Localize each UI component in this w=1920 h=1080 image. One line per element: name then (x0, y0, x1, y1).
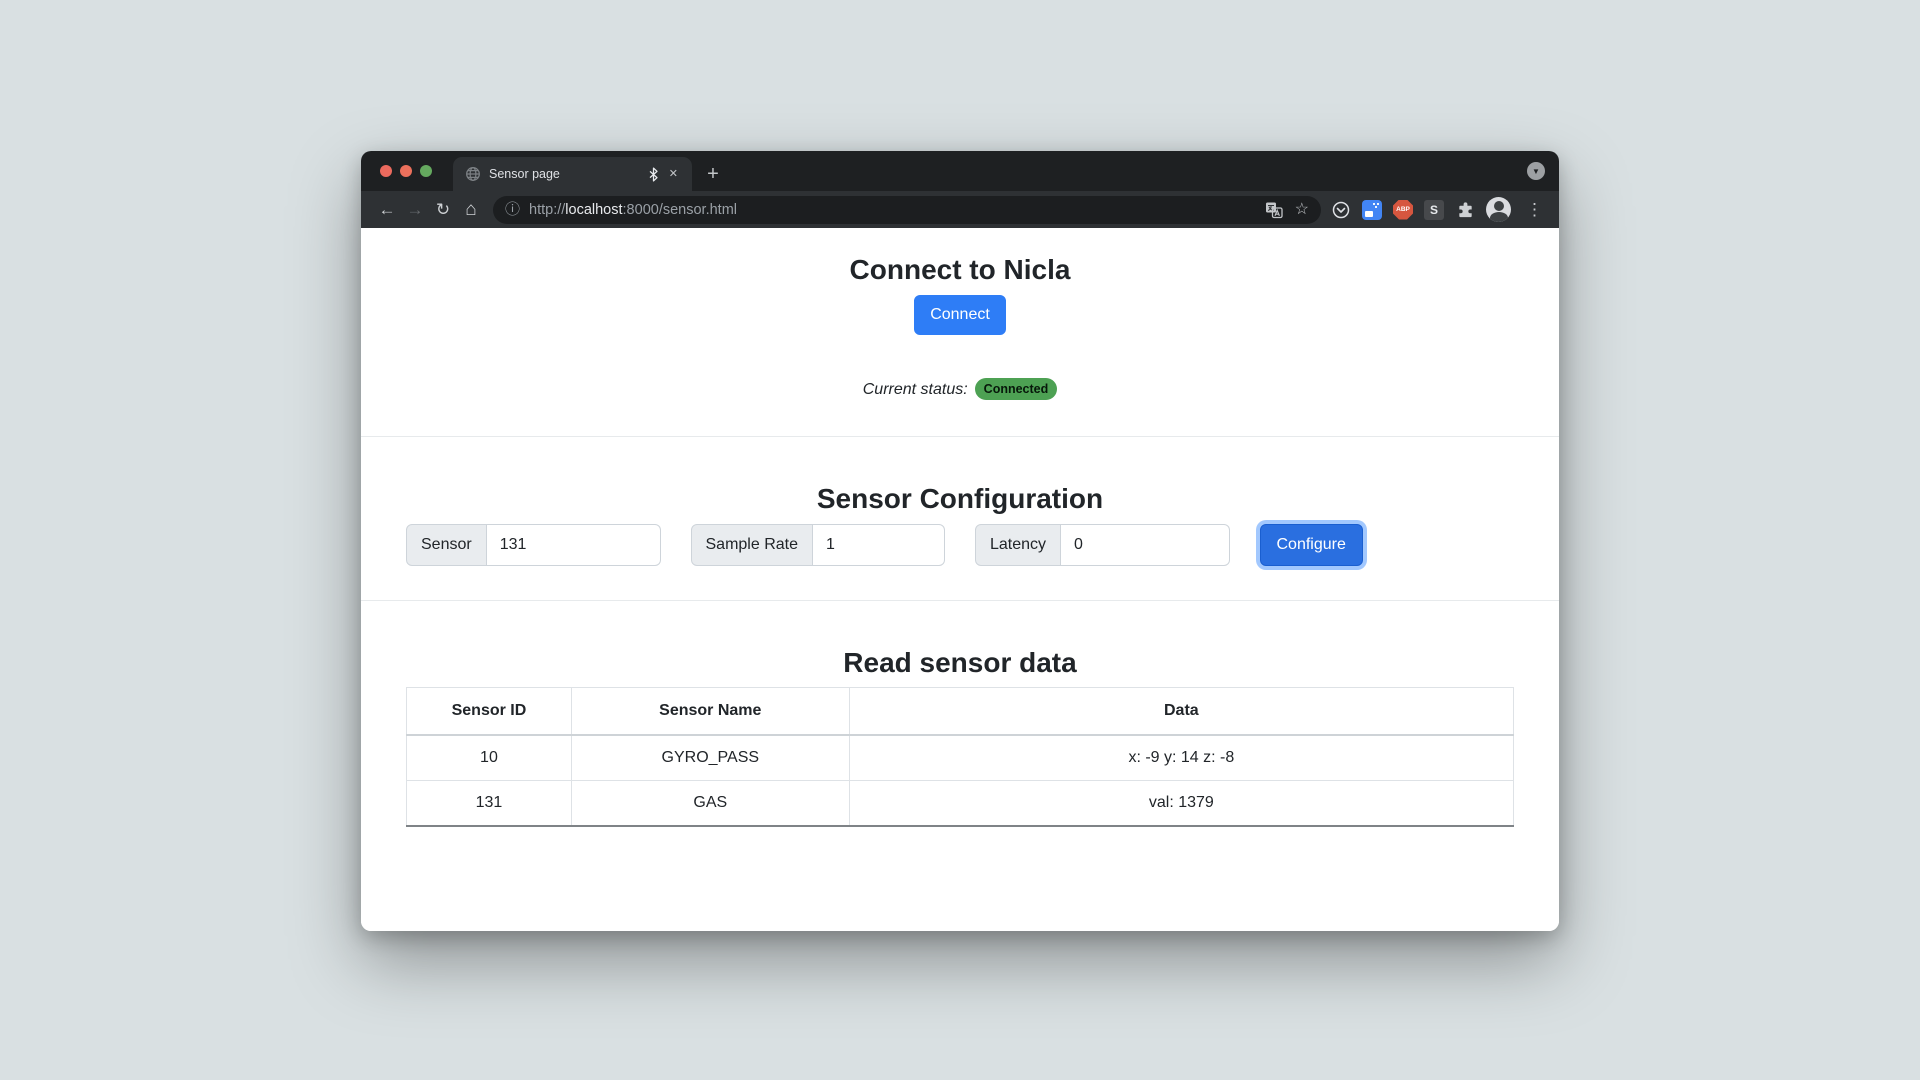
connect-heading: Connect to Nicla (361, 253, 1559, 286)
translate-icon[interactable] (1265, 201, 1283, 219)
sensor-field-group: Sensor (406, 524, 661, 566)
sample-rate-input[interactable] (813, 524, 945, 566)
sample-rate-field-group: Sample Rate (691, 524, 946, 566)
connect-section: Connect to Nicla Connect Current status:… (361, 228, 1559, 437)
new-tab-button[interactable]: + (698, 157, 728, 191)
tab-sensor-page[interactable]: Sensor page ✕ (453, 157, 692, 191)
url-scheme: http:// (529, 202, 565, 218)
configure-button[interactable]: Configure (1260, 524, 1363, 566)
chevron-down-icon: ▼ (1532, 167, 1540, 176)
sensor-id-input[interactable] (487, 524, 661, 566)
url-path: :8000/sensor.html (623, 202, 737, 218)
bluetooth-icon (648, 167, 659, 182)
status-line: Current status: Connected (361, 378, 1559, 400)
pocket-extension-icon[interactable] (1331, 200, 1351, 220)
s-label: S (1430, 203, 1438, 217)
tab-title: Sensor page (489, 167, 640, 181)
back-button[interactable]: ← (373, 196, 401, 224)
cell-sensor-id: 10 (407, 735, 572, 781)
status-label: Current status: (863, 381, 968, 398)
s-extension-icon[interactable]: S (1424, 200, 1444, 220)
tab-strip: Sensor page ✕ + ▼ (361, 151, 1559, 191)
extensions-puzzle-icon[interactable] (1455, 200, 1475, 220)
window-minimize-button[interactable] (400, 165, 412, 177)
sensor-data-section: Read sensor data Sensor ID Sensor Name D… (361, 601, 1559, 827)
tab-search-button[interactable]: ▼ (1527, 162, 1545, 180)
table-row: 131 GAS val: 1379 (407, 781, 1514, 827)
latency-field-label: Latency (975, 524, 1061, 566)
page-content: Connect to Nicla Connect Current status:… (361, 228, 1559, 931)
connect-button[interactable]: Connect (914, 295, 1006, 335)
header-sensor-id: Sensor ID (407, 688, 572, 736)
address-bar[interactable]: ⓘ http://localhost:8000/sensor.html ☆ (493, 196, 1321, 224)
sample-rate-field-label: Sample Rate (691, 524, 814, 566)
window-zoom-button[interactable] (420, 165, 432, 177)
reload-button[interactable]: ↻ (429, 196, 457, 224)
globe-favicon-icon (465, 166, 481, 182)
header-sensor-name: Sensor Name (571, 688, 849, 736)
window-controls (380, 165, 432, 177)
bookmark-star-icon[interactable]: ☆ (1295, 202, 1309, 218)
tab-close-icon[interactable]: ✕ (667, 167, 680, 182)
adblock-plus-extension-icon[interactable]: ABP (1393, 200, 1413, 220)
cell-sensor-id: 131 (407, 781, 572, 827)
config-heading: Sensor Configuration (361, 482, 1559, 515)
profile-avatar[interactable] (1486, 197, 1511, 222)
browser-toolbar: ← → ↻ ⌂ ⓘ http://localhost:8000/sensor.h… (361, 191, 1559, 228)
forward-button[interactable]: → (401, 196, 429, 224)
abp-label: ABP (1396, 206, 1410, 213)
window-close-button[interactable] (380, 165, 392, 177)
site-info-icon[interactable]: ⓘ (505, 202, 520, 217)
omnibox-actions: ☆ (1265, 201, 1309, 219)
cell-sensor-data: val: 1379 (849, 781, 1513, 827)
latency-field-group: Latency (975, 524, 1230, 566)
sensor-data-table: Sensor ID Sensor Name Data 10 GYRO_PASS … (406, 687, 1514, 827)
sensor-field-label: Sensor (406, 524, 487, 566)
cell-sensor-name: GAS (571, 781, 849, 827)
home-button[interactable]: ⌂ (457, 196, 485, 224)
extensions-area: ABP S ⋮ (1329, 197, 1547, 222)
latency-input[interactable] (1061, 524, 1229, 566)
sensor-data-heading: Read sensor data (361, 646, 1559, 679)
browser-menu-icon[interactable]: ⋮ (1522, 200, 1545, 220)
config-row: Sensor Sample Rate Latency (406, 524, 1514, 566)
header-data: Data (849, 688, 1513, 736)
table-row: 10 GYRO_PASS x: -9 y: 14 z: -8 (407, 735, 1514, 781)
cell-sensor-name: GYRO_PASS (571, 735, 849, 781)
window-resizer-extension-icon[interactable] (1362, 200, 1382, 220)
configure-column: Configure (1260, 524, 1515, 566)
cell-sensor-data: x: -9 y: 14 z: -8 (849, 735, 1513, 781)
table-header-row: Sensor ID Sensor Name Data (407, 688, 1514, 736)
status-badge: Connected (975, 378, 1058, 400)
url-text: http://localhost:8000/sensor.html (529, 202, 1257, 218)
config-section: Sensor Configuration Sensor Sample Rate (361, 437, 1559, 601)
url-host: localhost (565, 202, 622, 218)
browser-window: Sensor page ✕ + ▼ ← → ↻ ⌂ ⓘ http://local… (361, 151, 1559, 931)
